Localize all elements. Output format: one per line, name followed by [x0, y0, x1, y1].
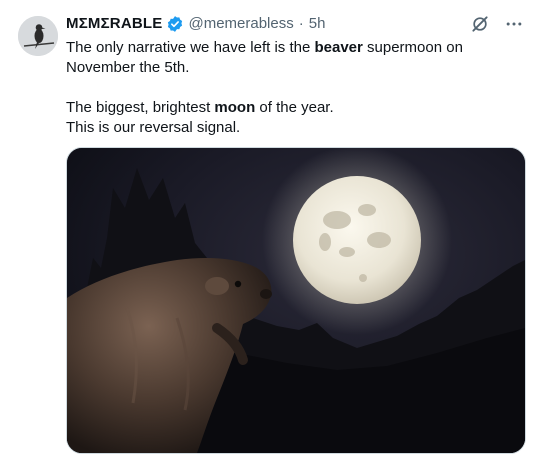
- tweet-line-3: This is our reversal signal.: [66, 119, 241, 136]
- more-icon[interactable]: [504, 14, 524, 34]
- avatar[interactable]: [18, 16, 58, 56]
- bold-moon: moon: [214, 99, 256, 116]
- tweet-header: MΣMΣRABLE @memerabless · 5h: [66, 14, 325, 34]
- tweet-actions-top: [470, 14, 524, 34]
- tweet-line-2: The biggest, brightest moon of the year.: [66, 99, 334, 116]
- bird-avatar-icon: [18, 16, 58, 56]
- bold-beaver: beaver: [314, 39, 363, 56]
- separator-dot: ·: [298, 15, 304, 32]
- tweet-image[interactable]: [66, 147, 526, 454]
- tweet[interactable]: MΣMΣRABLE @memerabless · 5h The only nar…: [0, 0, 546, 458]
- display-name[interactable]: MΣMΣRABLE: [66, 14, 162, 34]
- tweet-text: The only narrative we have left is the b…: [66, 38, 526, 138]
- grok-icon[interactable]: [470, 14, 490, 34]
- verified-badge-icon[interactable]: [166, 15, 184, 33]
- handle[interactable]: @memerabless: [188, 14, 293, 34]
- tweet-line-1: The only narrative we have left is the b…: [66, 39, 463, 76]
- timestamp[interactable]: 5h: [309, 14, 326, 34]
- beaver-moon-image: [67, 148, 525, 453]
